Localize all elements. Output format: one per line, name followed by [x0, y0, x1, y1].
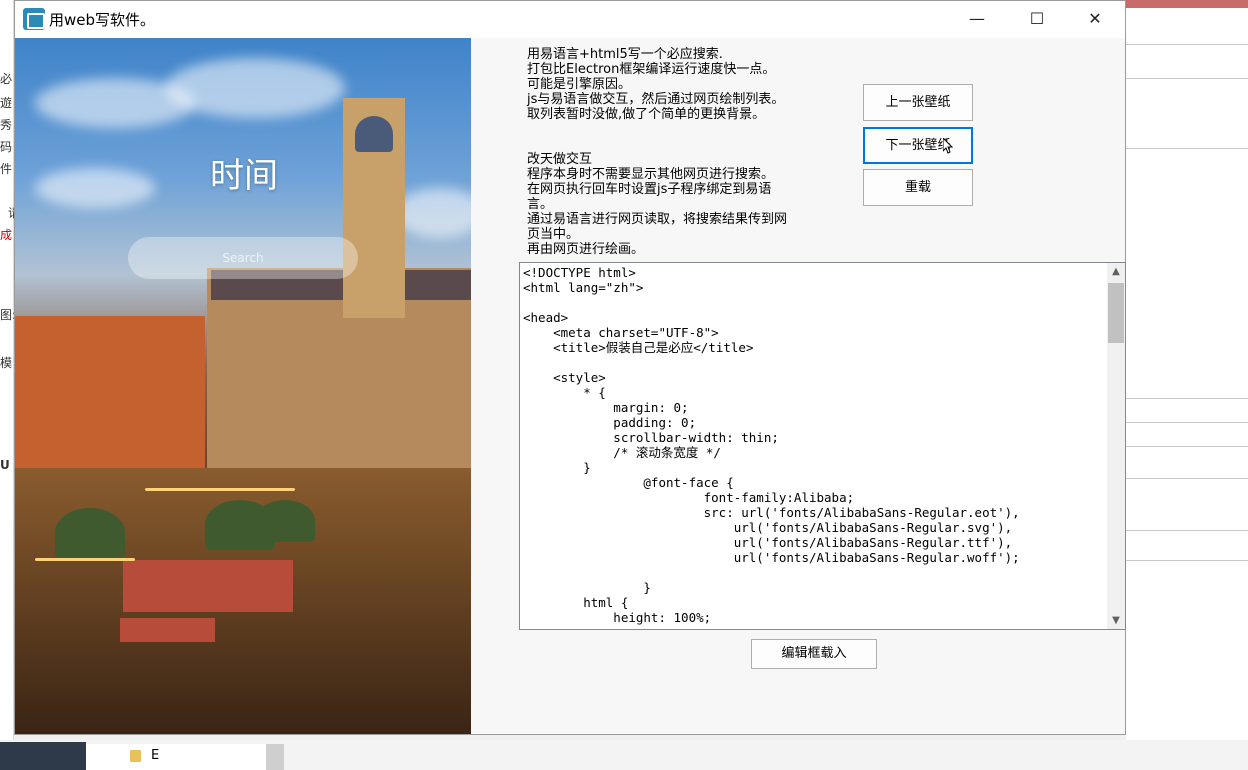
background-text: 件: [0, 162, 13, 176]
description-line: 言。: [527, 197, 554, 212]
cloud: [395, 188, 471, 238]
close-button[interactable]: ✕: [1067, 1, 1123, 37]
title-bar[interactable]: 用web写软件。 — ☐ ✕: [15, 1, 1125, 38]
background-text: 成: [0, 228, 13, 242]
wallpaper-tower-dome: [355, 116, 393, 152]
background-text: 模: [0, 356, 13, 370]
mouse-cursor-icon: [943, 138, 953, 154]
background-text: 秀: [0, 118, 13, 132]
background-divider: [1126, 422, 1248, 423]
description-line: 可能是引擎原因。: [527, 77, 632, 92]
background-divider: [1126, 148, 1248, 149]
scroll-down-icon[interactable]: ▼: [1107, 612, 1125, 629]
scroll-up-icon[interactable]: ▲: [1107, 263, 1125, 280]
cloud: [165, 58, 345, 118]
description-line: 改天做交互: [527, 152, 593, 167]
background-text: 遊: [0, 96, 13, 110]
background-text: U: [0, 458, 10, 472]
taskbar-folder-label: E: [151, 748, 160, 763]
reload-button[interactable]: 重载: [863, 169, 973, 206]
description-line: 取列表暂时没做,做了个简单的更换背景。: [527, 107, 766, 122]
description-line: 再由网页进行绘画。: [527, 242, 645, 257]
code-editor-text[interactable]: <!DOCTYPE html> <html lang="zh"> <head> …: [523, 265, 1107, 627]
maximize-button[interactable]: ☐: [1009, 1, 1065, 37]
wallpaper-stall: [123, 560, 293, 612]
background-text: 码: [0, 140, 13, 154]
taskbar-scroll: [266, 744, 284, 770]
code-editor[interactable]: <!DOCTYPE html> <html lang="zh"> <head> …: [519, 262, 1126, 630]
search-placeholder: Search: [222, 251, 264, 265]
background-divider: [1126, 44, 1248, 45]
folder-icon: [130, 750, 141, 762]
taskbar-thumbnail: [0, 742, 86, 770]
app-window: 用web写软件。 — ☐ ✕ 时间 Search 用易语言+html5写一个必应…: [14, 0, 1126, 735]
background-divider: [1126, 446, 1248, 447]
background-divider: [1126, 78, 1248, 79]
background-text: 必: [0, 72, 13, 86]
description-line: 打包比Electron框架编译运行速度快一点。: [527, 62, 776, 77]
description-line: 程序本身时不需要显示其他网页进行搜索。: [527, 167, 775, 182]
scrollbar-thumb[interactable]: [1108, 283, 1124, 343]
cloud: [35, 168, 155, 208]
wallpaper-stall: [120, 618, 215, 642]
wallpaper-tree: [255, 500, 315, 542]
editor-scrollbar[interactable]: ▲ ▼: [1107, 263, 1125, 629]
description-line: [527, 137, 837, 152]
background-divider: [1126, 530, 1248, 531]
description-line: 通过易语言进行网页读取，将搜索结果传到网: [527, 212, 788, 227]
time-display: 时间: [210, 156, 278, 196]
prev-wallpaper-button[interactable]: 上一张壁纸: [863, 84, 973, 121]
web-view-panel[interactable]: 时间 Search: [15, 38, 471, 734]
background-left-window: 必 遊 秀 码 件 请 成 图: 模 U: [0, 0, 20, 740]
description-line: [527, 122, 837, 137]
background-right-accent: [1126, 0, 1248, 8]
close-icon: ✕: [1088, 9, 1102, 28]
window-title: 用web写软件。: [49, 11, 156, 29]
load-editor-button[interactable]: 编辑框载入: [751, 639, 877, 669]
description-line: 用易语言+html5写一个必应搜索.: [527, 47, 723, 62]
minimize-icon: —: [969, 9, 985, 28]
description-line: 在网页执行回车时设置js子程序绑定到易语: [527, 182, 772, 197]
background-right-window: [1126, 0, 1248, 740]
description-line: 页当中。: [527, 227, 580, 242]
wallpaper-lights: [35, 558, 135, 561]
background-divider: [1126, 478, 1248, 479]
wallpaper-lights: [145, 488, 295, 491]
minimize-button[interactable]: —: [949, 1, 1005, 37]
wallpaper-tree: [55, 508, 125, 558]
app-icon: [23, 8, 45, 30]
taskbar-item[interactable]: [86, 744, 266, 770]
background-divider: [1126, 560, 1248, 561]
search-input[interactable]: Search: [128, 237, 358, 279]
next-wallpaper-button[interactable]: 下一张壁纸: [863, 127, 973, 164]
background-divider: [1126, 398, 1248, 399]
maximize-icon: ☐: [1029, 9, 1045, 28]
description-text: 用易语言+html5写一个必应搜索. 打包比Electron框架编译运行速度快一…: [527, 47, 837, 257]
description-line: js与易语言做交互，然后通过网页绘制列表。: [527, 92, 785, 107]
